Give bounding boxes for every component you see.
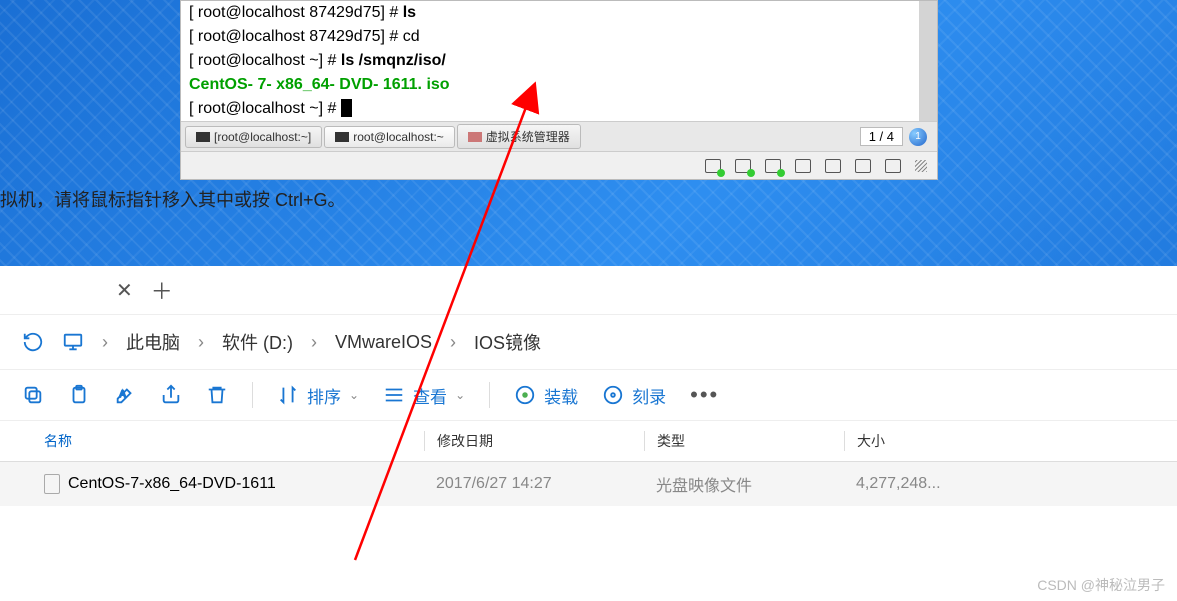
terminal-output[interactable]: [ root@localhost 87429d75] # ls [ root@l… [181,1,937,121]
vm-statusbar [181,151,937,179]
vmm-icon [468,132,482,142]
share-button[interactable] [160,384,182,406]
network-icon[interactable] [795,159,811,173]
floppy-icon[interactable] [765,159,781,173]
breadcrumb-item[interactable]: 此电脑 [126,329,180,355]
iso-file-icon [44,474,60,494]
paste-button[interactable] [68,384,90,406]
file-row[interactable]: CentOS-7-x86_64-DVD-1611 2017/6/27 14:27… [0,462,1177,506]
column-type[interactable]: 类型 [644,431,844,451]
terminal-cursor [341,99,352,117]
breadcrumb-bar: › 此电脑 › 软件 (D:) › VMwareIOS › IOS镜像 [0,315,1177,369]
tab-close-button[interactable]: ✕ [116,278,133,303]
vm-page-indicator: 1 / 4 1 [854,127,933,146]
rename-button[interactable]: A [114,384,136,406]
column-name[interactable]: 名称 [44,431,424,451]
vm-tab[interactable]: [root@localhost:~] [185,126,322,148]
harddisk-icon[interactable] [705,159,721,173]
divider [252,382,253,408]
divider [489,382,490,408]
sort-button[interactable]: 排序 ⌄ [277,383,359,408]
view-button[interactable]: 查看 ⌄ [383,383,465,408]
copy-button[interactable] [22,384,44,406]
terminal-line: [ root@localhost ~] # ls /smqnz/iso/ [189,49,911,73]
file-size: 4,277,248... [844,475,1024,493]
column-date[interactable]: 修改日期 [424,431,644,451]
breadcrumb-item[interactable]: IOS镜像 [474,329,541,355]
chevron-right-icon: › [198,332,204,353]
sound-icon[interactable] [825,159,841,173]
file-type: 光盘映像文件 [644,472,844,496]
file-explorer: ✕ ＋ › 此电脑 › 软件 (D:) › VMwareIOS › IOS镜像 … [0,266,1177,601]
explorer-toolbar: A 排序 ⌄ 查看 ⌄ 装载 刻录 ••• [0,369,1177,421]
more-button[interactable]: ••• [690,382,719,408]
vm-terminal-window: [ root@localhost 87429d75] # ls [ root@l… [180,0,938,180]
vm-tab[interactable]: root@localhost:~ [324,126,455,148]
terminal-icon [335,132,349,142]
cdrom-icon[interactable] [735,159,751,173]
terminal-line: [ root@localhost ~] # [189,97,911,121]
terminal-line: [ root@localhost 87429d75] # cd [189,25,911,49]
terminal-icon [196,132,210,142]
chevron-right-icon: › [450,332,456,353]
svg-text:A: A [120,389,127,399]
burn-button[interactable]: 刻录 [602,383,666,408]
watermark: CSDN @神秘泣男子 [1037,575,1165,595]
page-number[interactable]: 1 / 4 [860,127,903,146]
column-headers: 名称 修改日期 类型 大小 [0,421,1177,462]
display-icon[interactable] [885,159,901,173]
explorer-tabbar: ✕ ＋ [0,266,1177,315]
column-size[interactable]: 大小 [844,431,1024,451]
refresh-button[interactable] [22,331,44,353]
chevron-right-icon: › [311,332,317,353]
file-name: CentOS-7-x86_64-DVD-1611 [68,475,276,493]
file-date: 2017/6/27 14:27 [424,475,644,493]
terminal-output-line: CentOS- 7- x86_64- DVD- 1611. iso [189,73,911,97]
new-tab-button[interactable]: ＋ [151,274,173,306]
breadcrumb-item[interactable]: 软件 (D:) [222,329,293,355]
delete-button[interactable] [206,384,228,406]
chevron-right-icon: › [102,332,108,353]
vm-tab[interactable]: 虚拟系统管理器 [457,124,581,149]
resize-grip-icon[interactable] [915,160,927,172]
breadcrumb-item[interactable]: VMwareIOS [335,332,432,353]
terminal-line: [ root@localhost 87429d75] # ls [189,1,911,25]
vm-terminal-tabs: [root@localhost:~] root@localhost:~ 虚拟系统… [181,121,937,151]
this-pc-icon[interactable] [62,331,84,353]
printer-icon[interactable] [855,159,871,173]
vm-input-hint: 拟机，请将鼠标指针移入其中或按 Ctrl+G。 [0,186,346,212]
mount-button[interactable]: 装载 [514,383,578,408]
workspace-indicator-icon[interactable]: 1 [909,128,927,146]
